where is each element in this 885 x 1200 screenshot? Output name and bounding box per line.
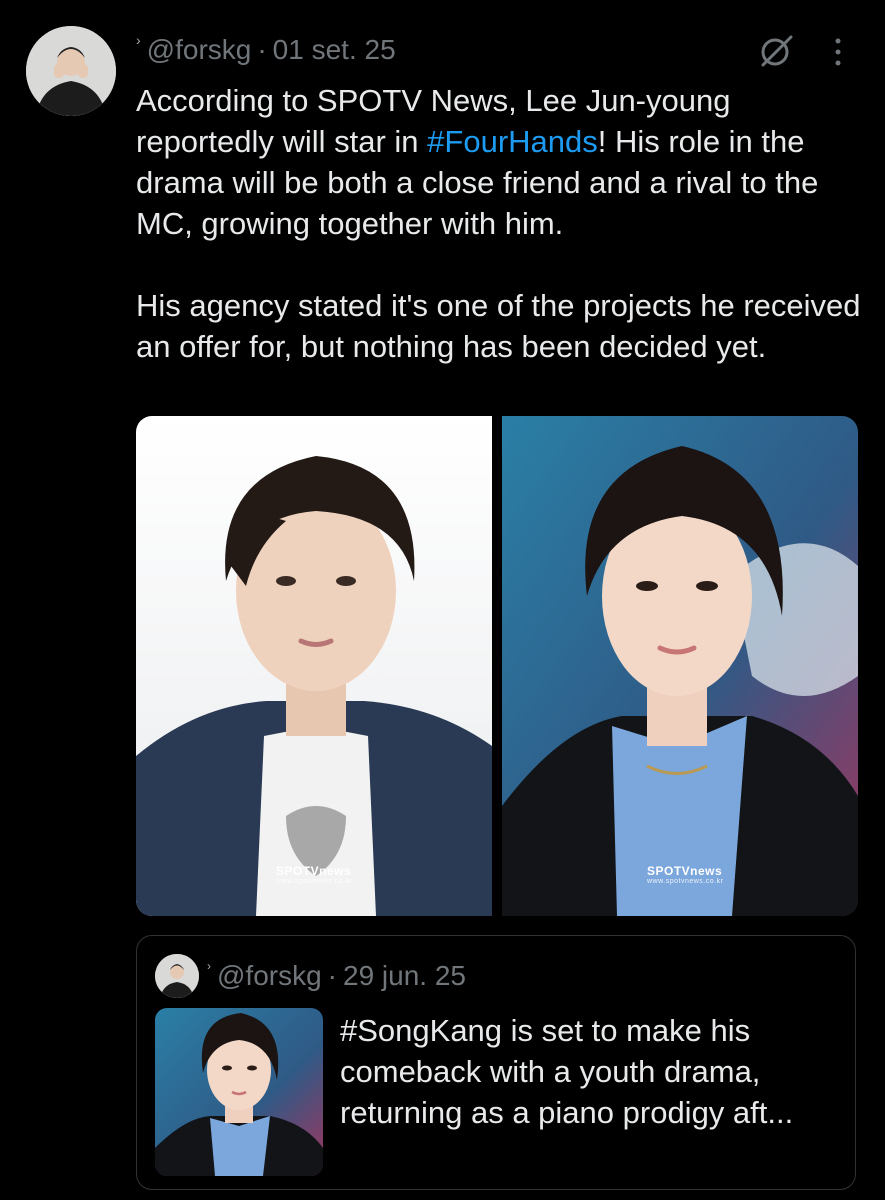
tweet-text-suffix: ! His role in the drama will be both a c… [136,124,861,364]
watermark-1: SPOTVnews www.spotvnews.co.kr [276,864,352,885]
media-grid: SPOTVnews www.spotvnews.co.kr SPOTVnews … [136,416,858,916]
more-vertical-icon[interactable] [826,34,850,70]
quoted-date[interactable]: 29 jun. 25 [343,960,466,992]
separator-dot: · [257,34,267,65]
watermark-2-text: SPOTVnews [647,864,723,878]
watermark-1-url: www.spotvnews.co.kr [276,878,353,885]
quoted-separator-dot: · [327,960,337,991]
quoted-header: › @forskg · 29 jun. 25 [207,956,466,996]
photo-2[interactable]: SPOTVnews www.spotvnews.co.kr [502,416,858,916]
quoted-text: #SongKang is set to make his comeback wi… [340,1013,794,1130]
emoji-icon: › [207,959,211,973]
quoted-author-handle[interactable]: @forskg [217,960,322,992]
grok-icon[interactable] [757,32,795,70]
quoted-tweet-card[interactable]: › @forskg · 29 jun. 25 #SongKang is set [136,935,856,1190]
tweet-text: According to SPOTV News, Lee Jun-young r… [136,80,866,367]
quoted-thumbnail[interactable] [155,1008,323,1176]
tweet-header: › @forskg · 01 set. 25 [136,30,396,70]
watermark-1-text: SPOTVnews [276,864,352,878]
author-handle[interactable]: @forskg [147,34,252,66]
hashtag-link[interactable]: #FourHands [427,124,598,159]
emoji-icon: › [136,32,141,48]
photo-1[interactable]: SPOTVnews www.spotvnews.co.kr [136,416,492,916]
watermark-2-url: www.spotvnews.co.kr [647,878,724,885]
quoted-author-avatar[interactable] [155,954,199,998]
author-avatar[interactable] [26,26,116,116]
tweet-date[interactable]: 01 set. 25 [273,34,396,66]
watermark-2: SPOTVnews www.spotvnews.co.kr [647,864,723,885]
